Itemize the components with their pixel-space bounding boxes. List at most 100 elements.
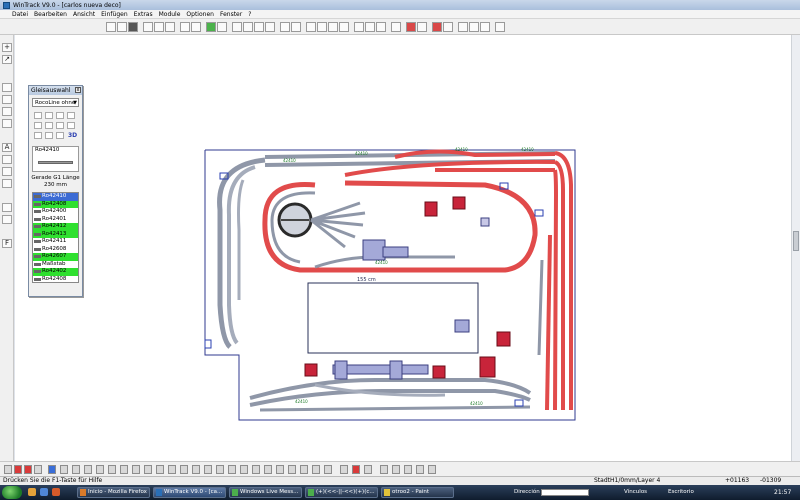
layer-11-button[interactable] (120, 465, 128, 474)
layer-icon[interactable] (417, 22, 427, 32)
layer-9-button[interactable] (96, 465, 104, 474)
tree-tool-icon[interactable] (2, 179, 12, 188)
car-icon[interactable] (56, 122, 64, 129)
menu-help[interactable]: ? (248, 11, 251, 18)
task-firefox[interactable]: Inicio - Mozilla Firefox (77, 487, 150, 498)
layer-19-button[interactable] (216, 465, 224, 474)
arc-tool-icon[interactable] (2, 119, 12, 128)
zoom-out-icon[interactable] (243, 22, 253, 32)
circle-tool-icon[interactable] (2, 107, 12, 116)
window-icon[interactable] (56, 132, 64, 139)
menu-optionen[interactable]: Optionen (186, 11, 214, 18)
track-check-icon[interactable] (206, 22, 216, 32)
layer-8-button[interactable] (84, 465, 92, 474)
task-chat[interactable]: (+)(<<-||-<<)(+)(c... (305, 487, 378, 498)
menu-ansicht[interactable]: Ansicht (73, 11, 95, 18)
house-tool-icon[interactable] (2, 167, 12, 176)
list-item[interactable]: Ro42400 (33, 208, 78, 216)
layer-28-button[interactable] (324, 465, 332, 474)
quicklaunch-firefox-icon[interactable] (52, 488, 60, 496)
layer-tool-icon[interactable] (2, 203, 12, 212)
figure-icon[interactable] (45, 122, 53, 129)
image-icon[interactable] (180, 22, 190, 32)
layer-22-button[interactable] (252, 465, 260, 474)
layer-20-button[interactable] (228, 465, 236, 474)
layer-23-button[interactable] (264, 465, 272, 474)
parts-list-icon[interactable] (480, 22, 490, 32)
layer-24-button[interactable] (276, 465, 284, 474)
ruler-icon[interactable] (317, 22, 327, 32)
list-item[interactable]: Ro42607 (33, 253, 78, 261)
turnout-icon[interactable] (365, 22, 375, 32)
play-icon[interactable] (404, 465, 412, 474)
signal-icon[interactable] (34, 122, 42, 129)
vertical-scrollbar[interactable] (791, 35, 800, 461)
grid-dots-icon[interactable] (458, 22, 468, 32)
layer-14-button[interactable] (156, 465, 164, 474)
align-icon[interactable] (469, 22, 479, 32)
zoom-in-icon[interactable] (232, 22, 242, 32)
layer-red-icon[interactable] (406, 22, 416, 32)
layer-1-button[interactable] (4, 465, 12, 474)
curve-track-icon[interactable] (45, 112, 53, 119)
tunnel-icon[interactable] (45, 132, 53, 139)
pointer-icon[interactable] (328, 22, 338, 32)
layer-26-button[interactable] (300, 465, 308, 474)
menu-datei[interactable]: Datei (12, 11, 28, 18)
layer-7-button[interactable] (72, 465, 80, 474)
redo-icon[interactable] (291, 22, 301, 32)
scissors-icon[interactable] (339, 22, 349, 32)
stop-icon[interactable] (352, 465, 360, 474)
list-item[interactable]: Ro42413 (33, 230, 78, 238)
track-list[interactable]: Ro42410 Ro42408 Ro42400 Ro42401 Ro42412 Ro424… (32, 192, 79, 283)
quicklaunch-folder-icon[interactable] (28, 488, 36, 496)
turntable-icon[interactable] (67, 112, 75, 119)
list-item[interactable]: Ro42401 (33, 216, 78, 224)
straight-track-icon[interactable] (34, 112, 42, 119)
last-page-icon[interactable] (428, 465, 436, 474)
rotate-icon[interactable] (376, 22, 386, 32)
flex-track-icon[interactable] (354, 22, 364, 32)
rectangle-tool-icon[interactable] (2, 95, 12, 104)
print-icon[interactable] (154, 22, 164, 32)
save-icon[interactable] (128, 22, 138, 32)
train-icon[interactable] (340, 465, 348, 474)
layer-5-button[interactable] (48, 465, 56, 474)
links-toolbar[interactable]: Vínculos (624, 485, 647, 500)
layer-12-button[interactable] (132, 465, 140, 474)
zoom-window-icon[interactable] (265, 22, 275, 32)
zoom-fit-icon[interactable] (254, 22, 264, 32)
list-item[interactable]: Ro42608 (33, 246, 78, 254)
undo-icon[interactable] (280, 22, 290, 32)
scroll-thumb[interactable] (793, 231, 799, 251)
add-tool[interactable]: + (2, 43, 12, 52)
list-item[interactable]: Ro42408 (33, 276, 78, 283)
export-icon[interactable] (165, 22, 175, 32)
font-tool[interactable]: F (2, 239, 12, 248)
line-tool-icon[interactable] (2, 83, 12, 92)
turnout-left-icon[interactable] (56, 112, 64, 119)
list-item[interactable]: Maßstab (33, 261, 78, 269)
copy-icon[interactable] (191, 22, 201, 32)
start-button[interactable] (2, 486, 22, 499)
flag-icon[interactable] (364, 465, 372, 474)
first-page-icon[interactable] (380, 465, 388, 474)
height-icon[interactable] (443, 22, 453, 32)
layer-27-button[interactable] (312, 465, 320, 474)
menu-module[interactable]: Module (159, 11, 181, 18)
close-icon[interactable]: x (75, 87, 81, 93)
menu-fenster[interactable]: Fenster (220, 11, 242, 18)
track-layout[interactable]: 155 cm 42410 42410 42410 42410 42410 424… (15, 35, 791, 461)
task-paint[interactable]: otroo2 - Paint (381, 487, 454, 498)
layer-3-button[interactable] (24, 465, 32, 474)
layer-13-button[interactable] (144, 465, 152, 474)
menu-extras[interactable]: Extras (134, 11, 153, 18)
quicklaunch-desktop-icon[interactable] (40, 488, 48, 496)
layer-18-button[interactable] (204, 465, 212, 474)
list-item[interactable]: Ro42410 (33, 193, 78, 201)
layer-21-button[interactable] (240, 465, 248, 474)
view-3d-button[interactable]: 3D (68, 132, 77, 139)
connect-icon[interactable] (306, 22, 316, 32)
layer-16-button[interactable] (180, 465, 188, 474)
help-context-icon[interactable] (495, 22, 505, 32)
